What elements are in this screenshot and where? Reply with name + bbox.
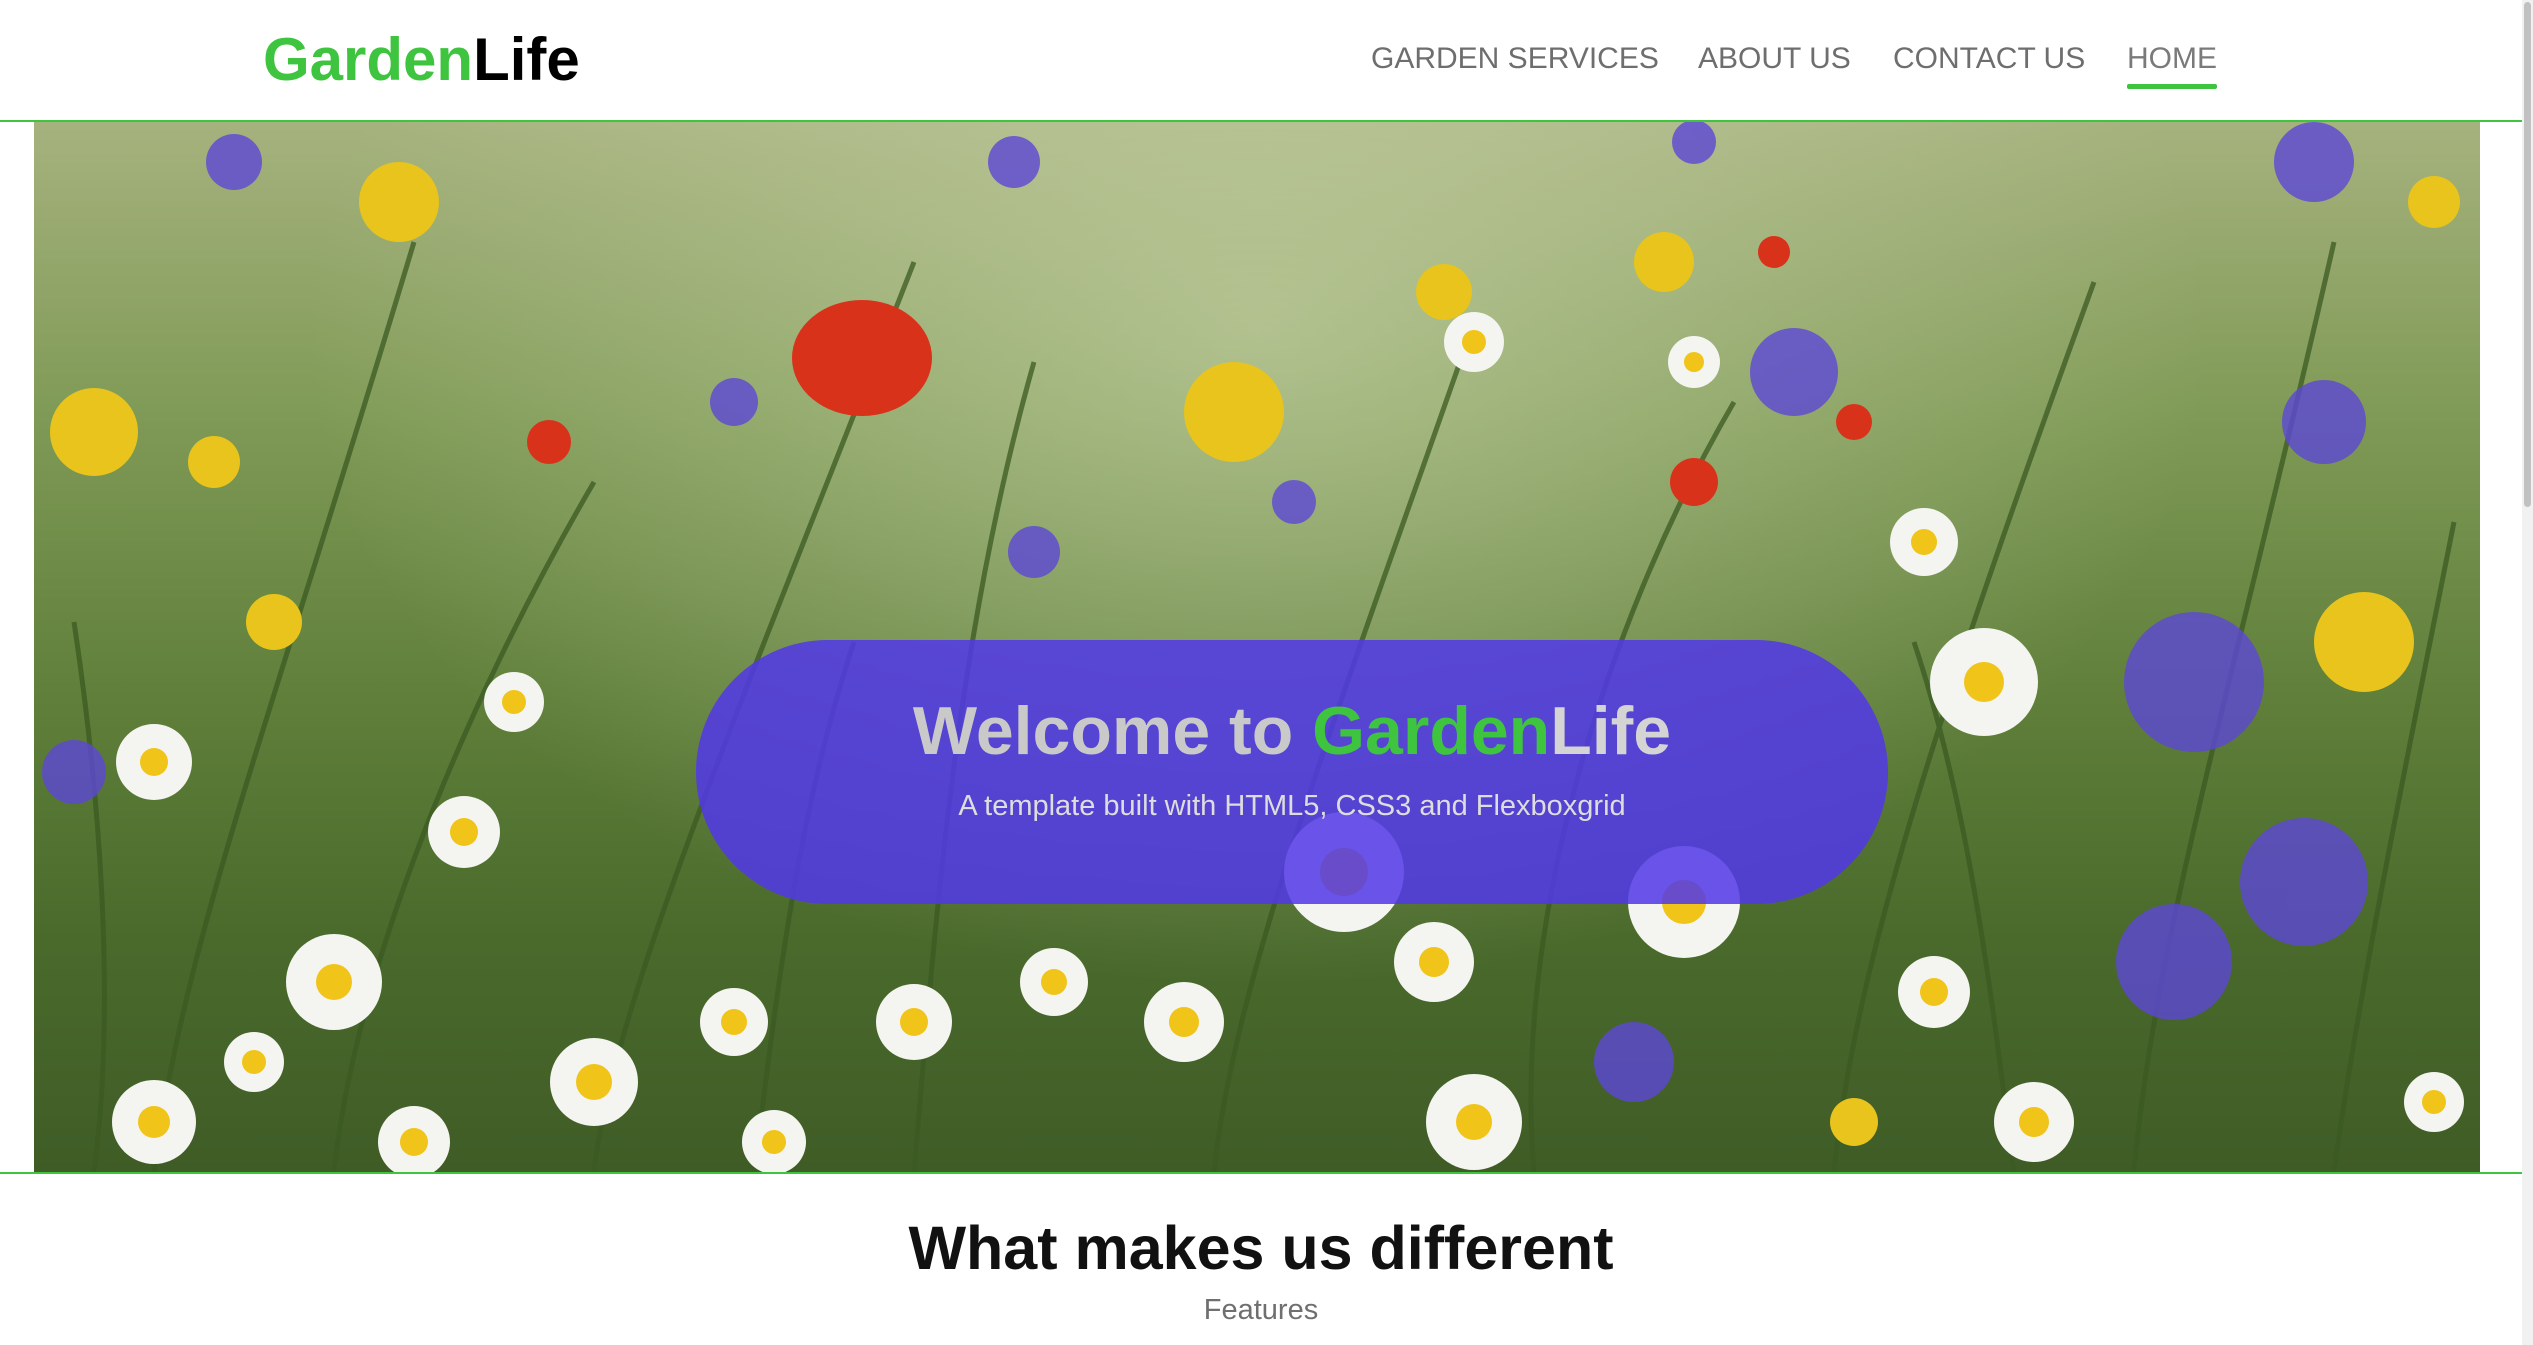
hero-subtitle: A template built with HTML5, CSS3 and Fl… xyxy=(958,790,1626,822)
wildflower-meadow-photo: Welcome to GardenLife A template built w… xyxy=(34,122,2480,1172)
site-header: GardenLife GARDEN SERVICES ABOUT US CONT… xyxy=(0,0,2522,122)
nav-garden-services[interactable]: GARDEN SERVICES xyxy=(1371,40,1659,78)
section-subtitle: Features xyxy=(1203,1294,1319,1326)
welcome-banner: Welcome to GardenLife A template built w… xyxy=(696,640,1888,904)
logo-part-garden: Garden xyxy=(263,26,474,93)
hero-section: Welcome to GardenLife A template built w… xyxy=(0,122,2522,1174)
hero-title-garden: Garden xyxy=(1312,693,1551,769)
page-scrollbar[interactable] xyxy=(2522,0,2533,1345)
brand-logo[interactable]: GardenLife xyxy=(263,24,580,96)
nav-home[interactable]: HOME xyxy=(2127,40,2217,89)
nav-about-us[interactable]: ABOUT US xyxy=(1698,40,1851,78)
hero-title-prefix: Welcome to xyxy=(912,693,1313,769)
logo-part-life: Life xyxy=(473,26,580,93)
nav-contact-us[interactable]: CONTACT US xyxy=(1893,40,2085,78)
scrollbar-thumb[interactable] xyxy=(2524,2,2531,507)
section-title: What makes us different xyxy=(908,1214,1614,1282)
hero-title-life: Life xyxy=(1550,693,1672,769)
hero-title: Welcome to GardenLife xyxy=(696,690,1888,772)
